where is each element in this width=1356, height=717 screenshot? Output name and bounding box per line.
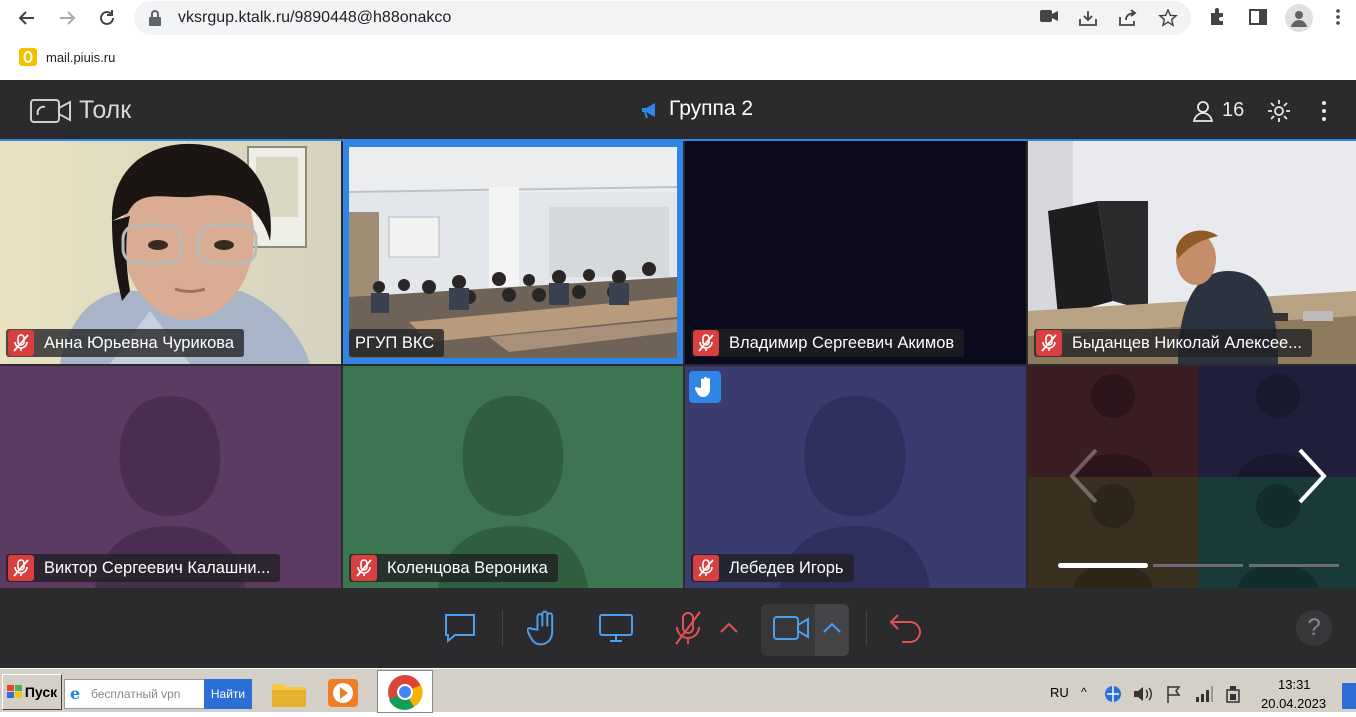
page-indicator-2[interactable] bbox=[1153, 564, 1243, 567]
mic-off-icon bbox=[1036, 330, 1062, 356]
mic-off-icon bbox=[693, 555, 719, 581]
video-tile-participant-3[interactable]: Владимир Сергеевич Акимов bbox=[685, 141, 1026, 364]
bookmark-mail-piuis[interactable]: mail.piuis.ru bbox=[19, 48, 115, 66]
video-tile-participant-5[interactable]: Виктор Сергеевич Калашни... bbox=[0, 366, 341, 588]
media-player-taskbar-icon[interactable] bbox=[322, 676, 364, 710]
taskbar-search-input[interactable]: e бесплатный vpn bbox=[64, 679, 206, 709]
talk-logo-icon[interactable] bbox=[30, 97, 72, 130]
participants-icon[interactable] bbox=[1192, 99, 1216, 128]
share-icon[interactable] bbox=[1118, 9, 1138, 27]
app-logo-text[interactable]: Толк bbox=[79, 96, 131, 125]
participant-name: Коленцова Вероника bbox=[387, 558, 548, 577]
side-panel-icon[interactable] bbox=[1248, 7, 1270, 29]
more-participants-tile[interactable] bbox=[1028, 366, 1356, 588]
profile-icon[interactable] bbox=[1285, 4, 1313, 32]
monitor-icon bbox=[599, 614, 633, 642]
search-submit-button[interactable]: Найти bbox=[204, 679, 252, 709]
forward-icon[interactable] bbox=[53, 6, 81, 30]
video-tile-participant-2[interactable]: РГУП ВКС bbox=[343, 141, 683, 364]
participant-name: Быданцев Николай Алексее... bbox=[1072, 333, 1302, 352]
page-indicator-1[interactable] bbox=[1058, 563, 1148, 568]
participant-name-tag: Анна Юрьевна Чурикова bbox=[6, 329, 245, 357]
participant-name-tag: РГУП ВКС bbox=[349, 329, 445, 357]
start-label: Пуск bbox=[24, 684, 58, 700]
mic-off-icon bbox=[8, 555, 34, 581]
bookmark-label: mail.piuis.ru bbox=[46, 49, 116, 65]
participant-name: Владимир Сергеевич Акимов bbox=[729, 333, 955, 352]
raise-hand-button[interactable] bbox=[524, 608, 564, 648]
ie-logo-icon: e bbox=[69, 684, 85, 704]
svg-text:e: e bbox=[70, 685, 80, 701]
divider bbox=[866, 610, 867, 646]
start-button[interactable]: Пуск bbox=[2, 674, 62, 710]
volume-tray-icon[interactable] bbox=[1131, 684, 1153, 709]
leave-arrow-icon bbox=[889, 614, 921, 643]
help-button[interactable]: ? bbox=[1296, 610, 1332, 646]
chat-button[interactable] bbox=[440, 608, 480, 648]
participant-name-tag: Владимир Сергеевич Акимов bbox=[691, 329, 965, 357]
settings-gear-icon[interactable] bbox=[1267, 99, 1291, 128]
mic-options-chevron-icon[interactable] bbox=[718, 618, 740, 643]
clock-date[interactable]: 20.04.2023 bbox=[1261, 696, 1326, 711]
lock-icon[interactable] bbox=[148, 9, 162, 32]
video-tile-participant-1[interactable]: Анна Юрьевна Чурикова bbox=[0, 141, 341, 364]
tray-expand-icon[interactable]: ^ bbox=[1081, 685, 1087, 699]
star-icon[interactable] bbox=[1158, 8, 1178, 27]
microphone-button[interactable] bbox=[668, 608, 708, 648]
hand-icon bbox=[527, 610, 554, 646]
explorer-taskbar-icon[interactable] bbox=[268, 676, 310, 710]
participant-name: Лебедев Игорь bbox=[729, 558, 844, 577]
participant-name-tag: Виктор Сергеевич Калашни... bbox=[6, 554, 281, 582]
webcam-video bbox=[349, 147, 677, 358]
reload-icon[interactable] bbox=[93, 6, 121, 30]
flag-tray-icon[interactable] bbox=[1164, 684, 1184, 709]
screen-share-button[interactable] bbox=[596, 608, 636, 648]
divider bbox=[502, 610, 503, 646]
chat-icon bbox=[445, 614, 475, 644]
mic-off-icon bbox=[351, 555, 377, 581]
video-tile-participant-7[interactable]: Лебедев Игорь bbox=[685, 366, 1026, 588]
camera-permission-icon[interactable] bbox=[1040, 9, 1060, 27]
windows-logo-icon bbox=[6, 685, 22, 698]
mic-off-icon bbox=[8, 330, 34, 356]
page-indicator-3[interactable] bbox=[1249, 564, 1339, 567]
participant-name-tag: Лебедев Игорь bbox=[691, 554, 854, 582]
leave-button[interactable] bbox=[886, 608, 926, 648]
participant-name-tag: Коленцова Вероника bbox=[349, 554, 558, 582]
video-camera-icon bbox=[773, 616, 809, 640]
search-placeholder: бесплатный vpn bbox=[91, 687, 181, 701]
more-options-icon[interactable] bbox=[1314, 99, 1334, 128]
camera-button[interactable] bbox=[771, 608, 811, 648]
participant-name: Анна Юрьевна Чурикова bbox=[44, 333, 235, 352]
browser-menu-icon[interactable] bbox=[1328, 7, 1350, 29]
power-tray-icon[interactable] bbox=[1224, 684, 1244, 709]
raised-hand-icon bbox=[689, 371, 721, 403]
megaphone-icon bbox=[640, 101, 660, 124]
mic-muted-icon bbox=[675, 611, 701, 645]
camera-options-chevron-icon[interactable] bbox=[821, 618, 843, 643]
video-tile-participant-6[interactable]: Коленцова Вероника bbox=[343, 366, 683, 588]
signal-tray-icon[interactable] bbox=[1194, 684, 1214, 709]
extensions-icon[interactable] bbox=[1208, 7, 1230, 29]
participants-count[interactable]: 16 bbox=[1222, 99, 1244, 122]
language-indicator[interactable]: RU bbox=[1050, 685, 1069, 700]
mic-off-icon bbox=[693, 330, 719, 356]
show-desktop-button[interactable] bbox=[1342, 683, 1356, 709]
participant-name: Виктор Сергеевич Калашни... bbox=[44, 558, 271, 577]
clock-time[interactable]: 13:31 bbox=[1278, 677, 1311, 692]
network-tray-icon[interactable] bbox=[1103, 684, 1123, 709]
next-page-chevron-icon[interactable] bbox=[1294, 446, 1330, 511]
install-icon[interactable] bbox=[1078, 9, 1098, 27]
participant-name: РГУП ВКС bbox=[355, 333, 435, 352]
video-tile-participant-4[interactable]: Быданцев Николай Алексее... bbox=[1028, 141, 1356, 364]
room-title: Группа 2 bbox=[669, 97, 754, 120]
prev-page-chevron-icon[interactable] bbox=[1066, 446, 1102, 511]
url-text[interactable]: vksrgup.ktalk.ru/9890448@h88onakco bbox=[178, 9, 451, 27]
back-icon[interactable] bbox=[13, 6, 41, 30]
mail-favicon-icon bbox=[19, 48, 37, 66]
chrome-taskbar-icon[interactable] bbox=[377, 670, 433, 713]
participant-name-tag: Быданцев Николай Алексее... bbox=[1034, 329, 1312, 357]
